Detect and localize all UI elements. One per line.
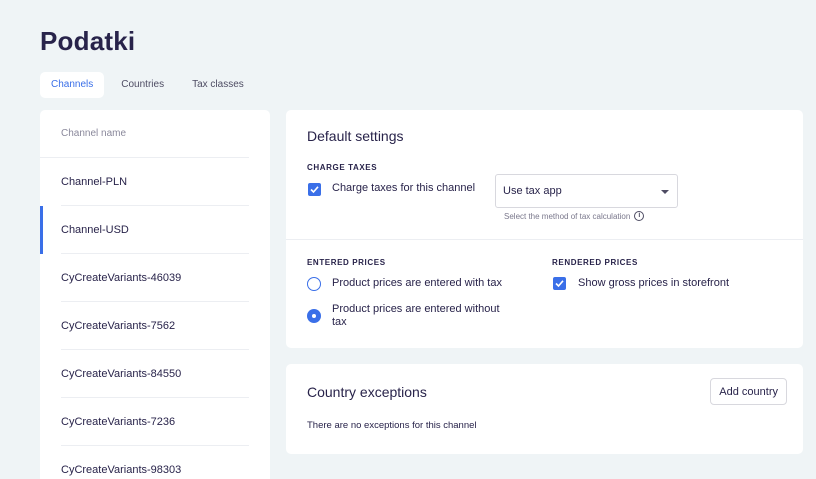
charge-taxes-label: CHARGE TAXES bbox=[307, 163, 378, 172]
channel-item-label: CyCreateVariants-7236 bbox=[61, 416, 176, 428]
gross-prices-checkbox-label: Show gross prices in storefront bbox=[578, 277, 730, 289]
tab-bar: Channels Countries Tax classes bbox=[40, 72, 255, 98]
channel-item[interactable]: CyCreateVariants-98303 bbox=[40, 446, 270, 479]
channel-item[interactable]: CyCreateVariants-7562 bbox=[40, 302, 270, 350]
section-divider bbox=[286, 239, 803, 240]
info-icon[interactable]: i bbox=[634, 211, 645, 221]
tab-tax-classes[interactable]: Tax classes bbox=[181, 72, 255, 98]
channel-item-label: CyCreateVariants-98303 bbox=[61, 464, 182, 476]
channel-item-label: CyCreateVariants-7562 bbox=[61, 320, 176, 332]
default-settings-title: Default settings bbox=[307, 128, 404, 144]
channel-item-selected[interactable]: Channel-USD bbox=[40, 206, 270, 254]
radio-prices-with-tax-label: Product prices are entered with tax bbox=[332, 277, 502, 289]
gross-prices-checkbox[interactable] bbox=[553, 277, 566, 290]
channel-item[interactable]: CyCreateVariants-46039 bbox=[40, 254, 270, 302]
tax-method-helper: Select the method of tax calculation i bbox=[504, 211, 645, 221]
channel-item-label: Channel-PLN bbox=[61, 176, 128, 188]
radio-prices-without-tax-label: Product prices are entered without tax bbox=[332, 303, 500, 329]
tax-method-select[interactable]: Use tax app bbox=[495, 174, 678, 208]
tab-channels[interactable]: Channels bbox=[40, 72, 105, 98]
tab-countries[interactable]: Countries bbox=[110, 72, 175, 98]
default-settings-card: Default settings CHARGE TAXES Charge tax… bbox=[286, 110, 803, 348]
channel-item-label: Channel-USD bbox=[61, 224, 129, 236]
channel-item-label: CyCreateVariants-84550 bbox=[61, 368, 182, 380]
no-exceptions-text: There are no exceptions for this channel bbox=[307, 420, 477, 431]
channel-item-label: CyCreateVariants-46039 bbox=[61, 272, 182, 284]
channel-list: Channel name Channel-PLN Channel-USD CyC… bbox=[40, 110, 270, 479]
tax-method-select-value: Use tax app bbox=[503, 185, 562, 197]
radio-prices-with-tax[interactable] bbox=[307, 277, 321, 291]
rendered-prices-label: RENDERED PRICES bbox=[552, 258, 638, 267]
check-icon bbox=[555, 280, 564, 288]
channel-item[interactable]: CyCreateVariants-84550 bbox=[40, 350, 270, 398]
channel-list-header: Channel name bbox=[40, 110, 249, 158]
radio-prices-without-tax[interactable] bbox=[307, 309, 321, 323]
country-exceptions-title: Country exceptions bbox=[307, 384, 427, 400]
page-title: Podatki bbox=[40, 26, 136, 56]
check-icon bbox=[310, 186, 319, 194]
entered-prices-label: ENTERED PRICES bbox=[307, 258, 386, 267]
radio-prices-without-tax-label-line2: tax bbox=[332, 316, 347, 328]
channel-item[interactable]: CyCreateVariants-7236 bbox=[40, 398, 270, 446]
country-exceptions-card: Country exceptions Add country There are… bbox=[286, 364, 803, 454]
tax-method-helper-text: Select the method of tax calculation bbox=[504, 211, 631, 221]
radio-prices-without-tax-label-line1: Product prices are entered without bbox=[332, 303, 500, 315]
charge-taxes-checkbox-label: Charge taxes for this channel bbox=[332, 182, 476, 194]
charge-taxes-checkbox[interactable] bbox=[308, 183, 321, 196]
channel-item[interactable]: Channel-PLN bbox=[40, 158, 270, 206]
chevron-down-icon bbox=[661, 190, 669, 194]
add-country-button[interactable]: Add country bbox=[710, 378, 787, 405]
